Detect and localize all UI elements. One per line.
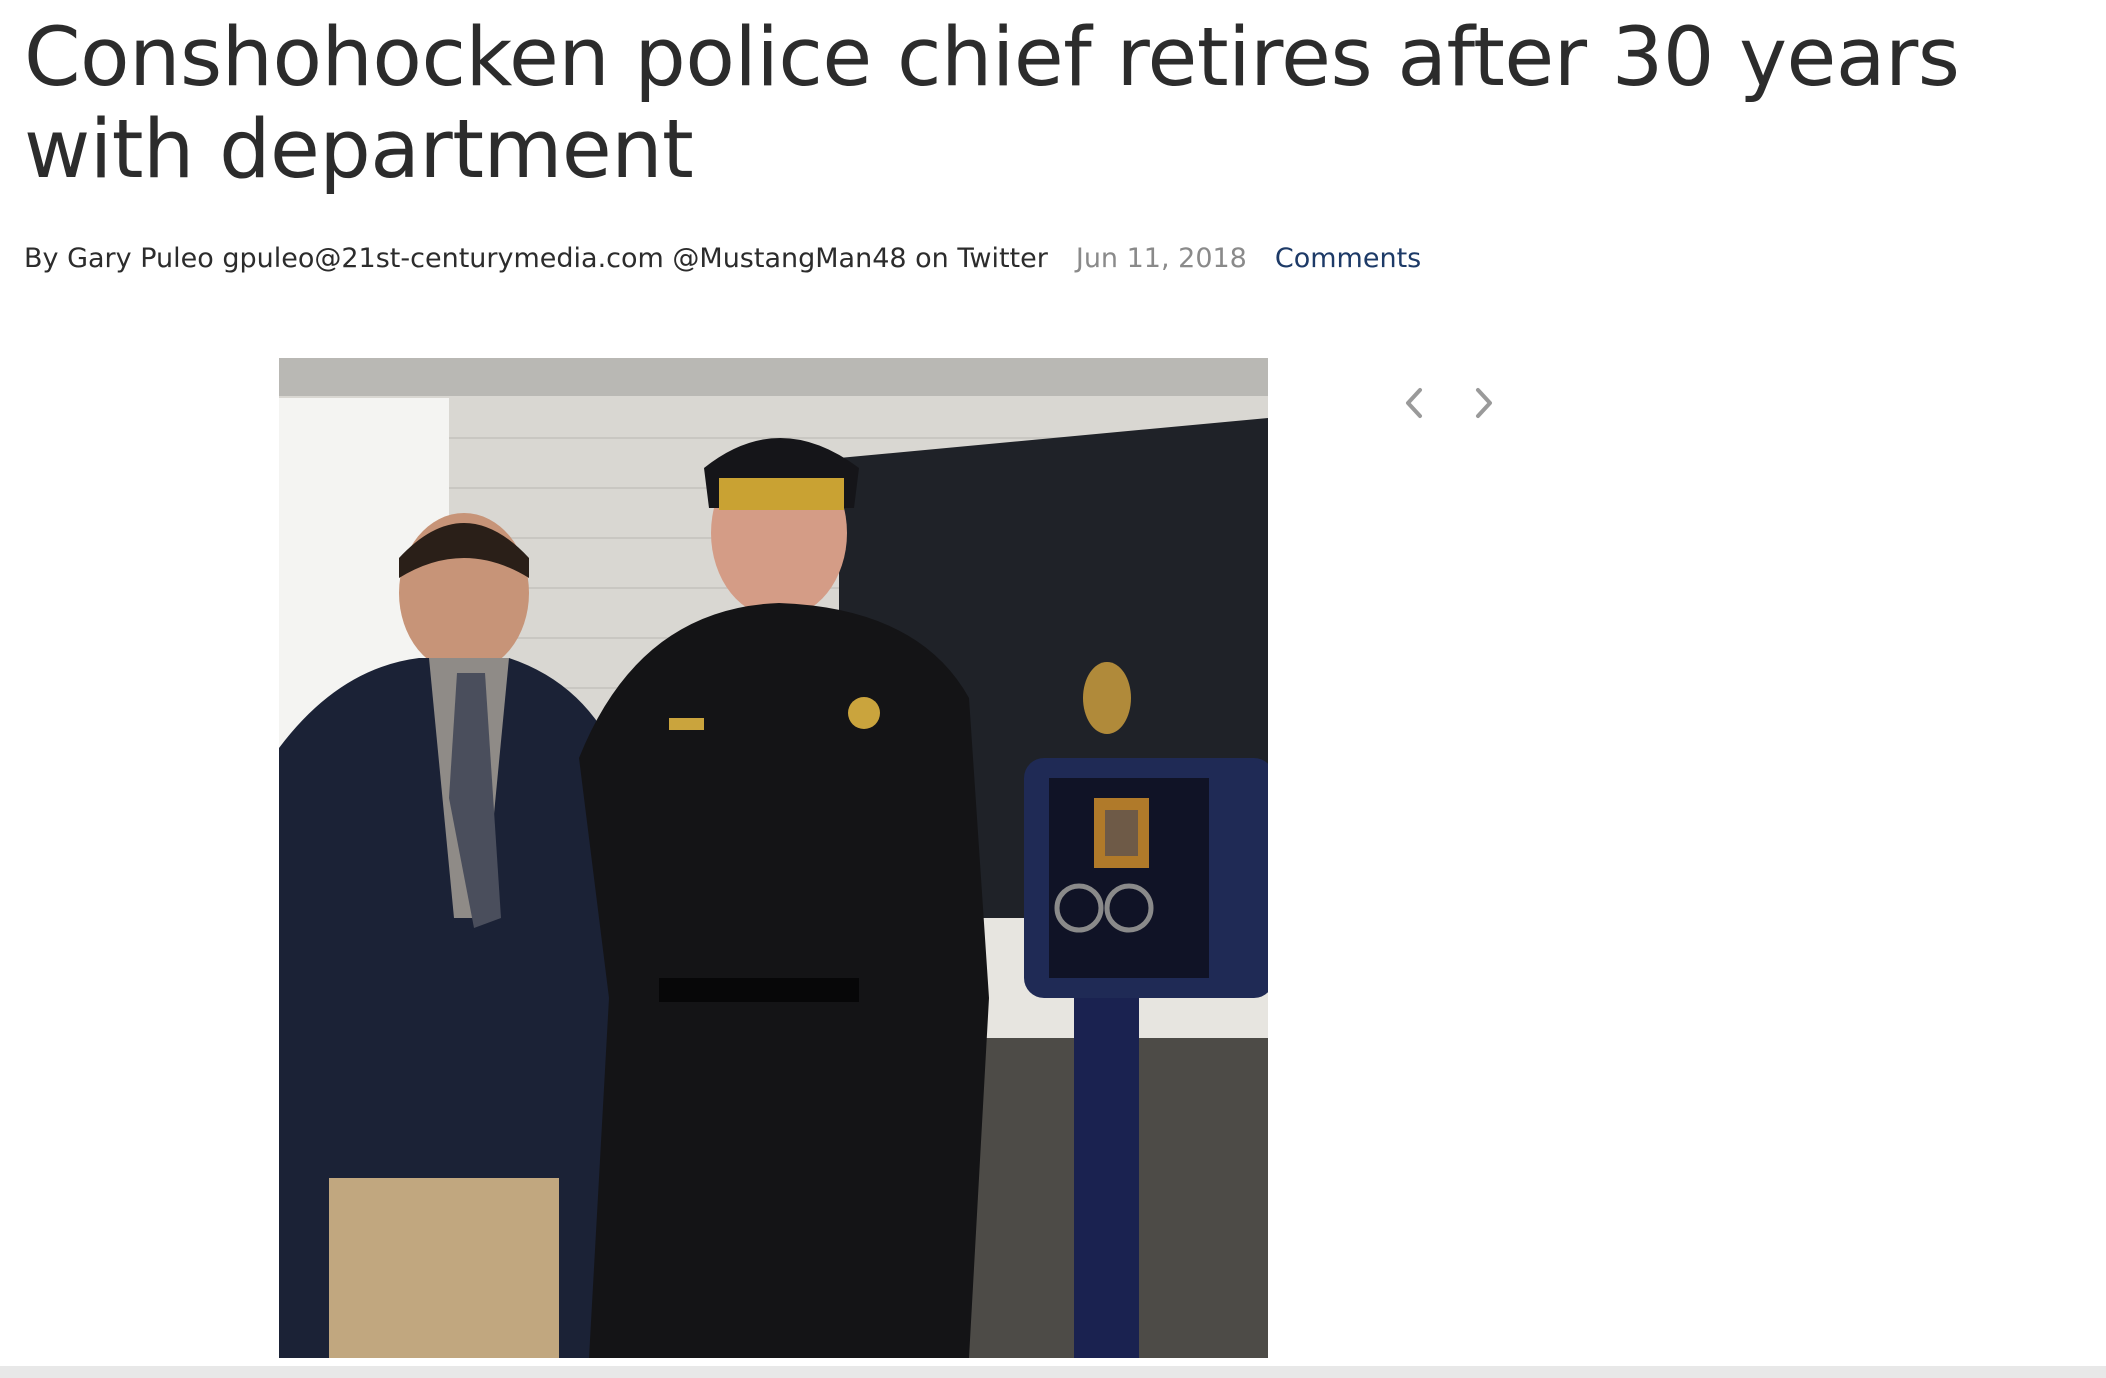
chevron-right-icon — [1476, 388, 1492, 418]
chevron-left-icon — [1406, 388, 1422, 418]
photo-illustration — [279, 358, 1268, 1358]
article-headline: Conshohocken police chief retires after … — [24, 11, 1960, 197]
gallery-nav — [1396, 382, 1502, 424]
comments-link[interactable]: Comments — [1275, 243, 1421, 274]
bottom-divider — [0, 1366, 2106, 1378]
gallery-next-button[interactable] — [1466, 382, 1502, 424]
article-byline: By Gary Puleo gpuleo@21st-centurymedia.c… — [24, 238, 1421, 278]
byline-date: Jun 11, 2018 — [1075, 242, 1247, 274]
article-photo — [279, 358, 1268, 1358]
article-page: Conshohocken police chief retires after … — [0, 0, 2106, 1378]
gallery-prev-button[interactable] — [1396, 382, 1432, 424]
byline-author: By Gary Puleo gpuleo@21st-centurymedia.c… — [24, 242, 1048, 274]
